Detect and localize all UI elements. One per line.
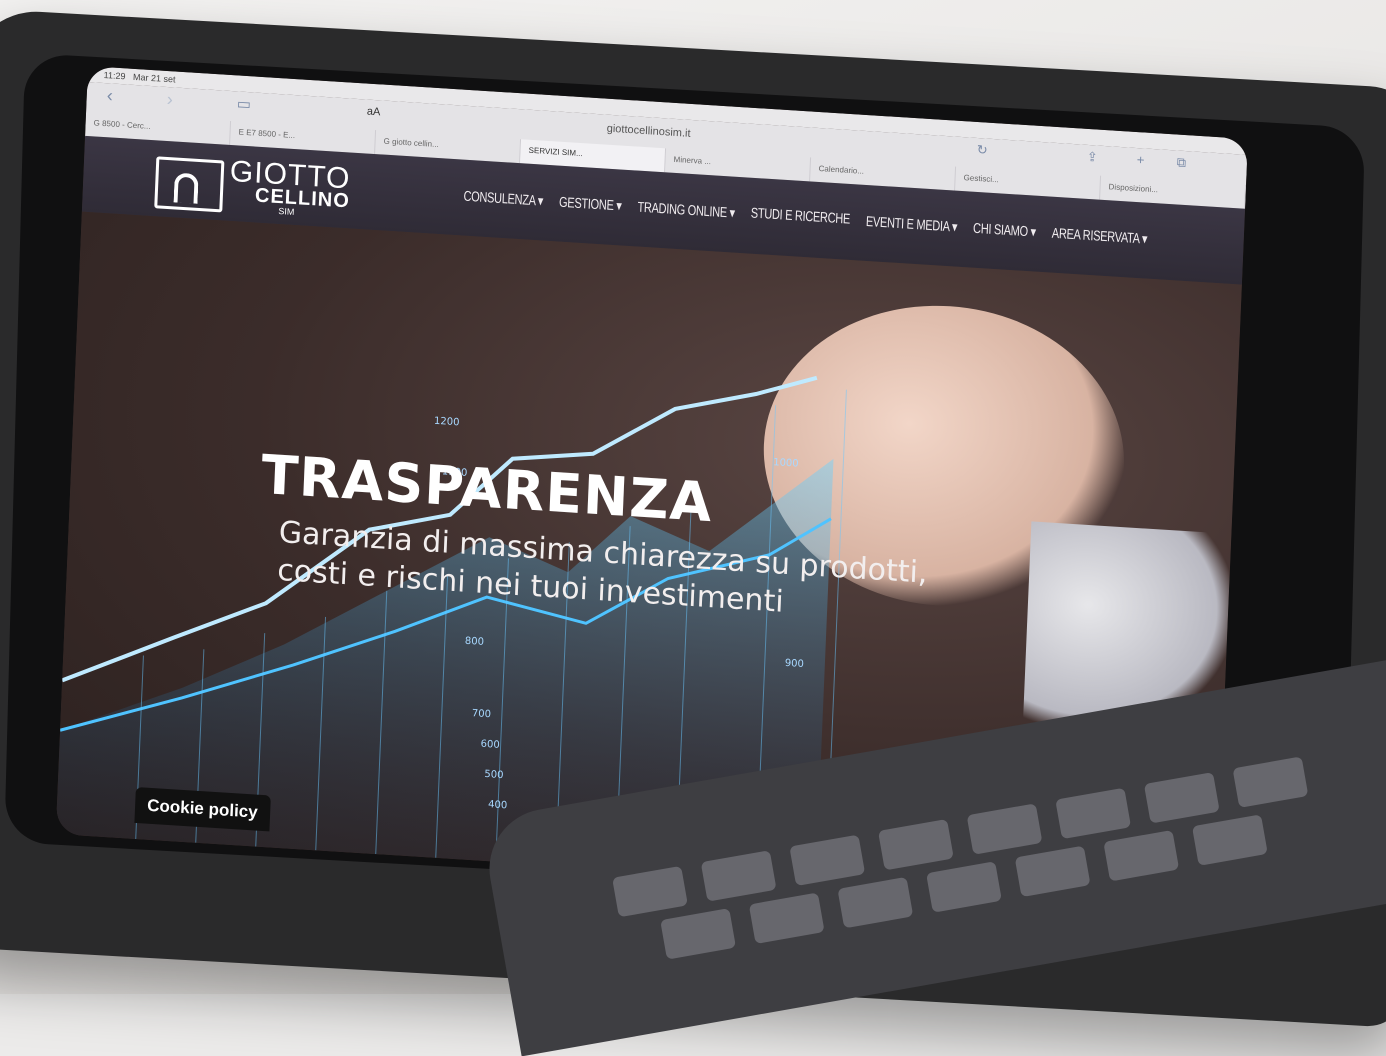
keyboard-key bbox=[1014, 845, 1091, 898]
menu-chi-siamo[interactable]: CHI SIAMO ▾ bbox=[973, 220, 1036, 241]
tick-label: 1200 bbox=[434, 416, 460, 429]
keyboard-key bbox=[1232, 756, 1309, 808]
keyboard-key bbox=[877, 818, 954, 871]
tick-label: 1000 bbox=[773, 457, 799, 470]
forward-icon[interactable]: › bbox=[166, 89, 173, 110]
menu-consulenza[interactable]: CONSULENZA ▾ bbox=[463, 188, 543, 210]
keyboard-key bbox=[1191, 814, 1268, 866]
sidebar-icon[interactable]: ▭ bbox=[236, 94, 251, 113]
menu-eventi-media[interactable]: EVENTI E MEDIA ▾ bbox=[866, 213, 958, 235]
status-time: 11:29 bbox=[103, 69, 126, 82]
back-icon[interactable]: ‹ bbox=[106, 85, 113, 106]
logo-text-cellino[interactable]: CELLINO bbox=[255, 185, 351, 214]
keyboard-key bbox=[748, 892, 825, 945]
keyboard-key bbox=[612, 865, 688, 918]
tick-label: 500 bbox=[484, 769, 504, 781]
keyboard-key bbox=[966, 803, 1043, 855]
menu-gestione[interactable]: GESTIONE ▾ bbox=[559, 194, 622, 214]
tick-label: 900 bbox=[785, 658, 805, 670]
menu-studi-ricerche[interactable]: STUDI E RICERCHE bbox=[750, 206, 851, 229]
new-tab-icon[interactable]: + bbox=[1137, 152, 1145, 167]
share-icon[interactable]: ⇪ bbox=[1086, 149, 1099, 166]
menu-area-riservata[interactable]: AREA RISERVATA ▾ bbox=[1051, 225, 1147, 248]
arch-icon bbox=[173, 172, 199, 204]
keyboard-key bbox=[837, 876, 914, 929]
menu-trading-online[interactable]: TRADING ONLINE ▾ bbox=[637, 199, 735, 222]
keyboard-key bbox=[700, 850, 777, 902]
reader-aa-button[interactable]: aA bbox=[367, 106, 381, 119]
tick-label: 700 bbox=[472, 708, 492, 720]
tabs-overview-icon[interactable]: ⧉ bbox=[1176, 155, 1187, 172]
keyboard-key bbox=[1103, 829, 1180, 882]
keyboard-key bbox=[926, 861, 1002, 913]
keyboard-key bbox=[660, 908, 737, 960]
keyboard-key bbox=[1055, 787, 1132, 840]
tick-label: 600 bbox=[480, 739, 500, 751]
logo-text-sim: SIM bbox=[278, 205, 295, 217]
tick-label: 800 bbox=[465, 636, 485, 648]
keyboard-key bbox=[789, 834, 866, 887]
address-bar[interactable]: giottocellinosim.it bbox=[606, 123, 690, 140]
tick-label: 400 bbox=[488, 799, 508, 811]
main-menu: CONSULENZA ▾ GESTIONE ▾ TRADING ONLINE ▾… bbox=[463, 188, 1147, 248]
reload-icon[interactable]: ↻ bbox=[976, 142, 989, 159]
logo-mark[interactable] bbox=[154, 156, 225, 213]
keyboard-key bbox=[1143, 772, 1220, 824]
status-date: Mar 21 set bbox=[132, 71, 176, 85]
